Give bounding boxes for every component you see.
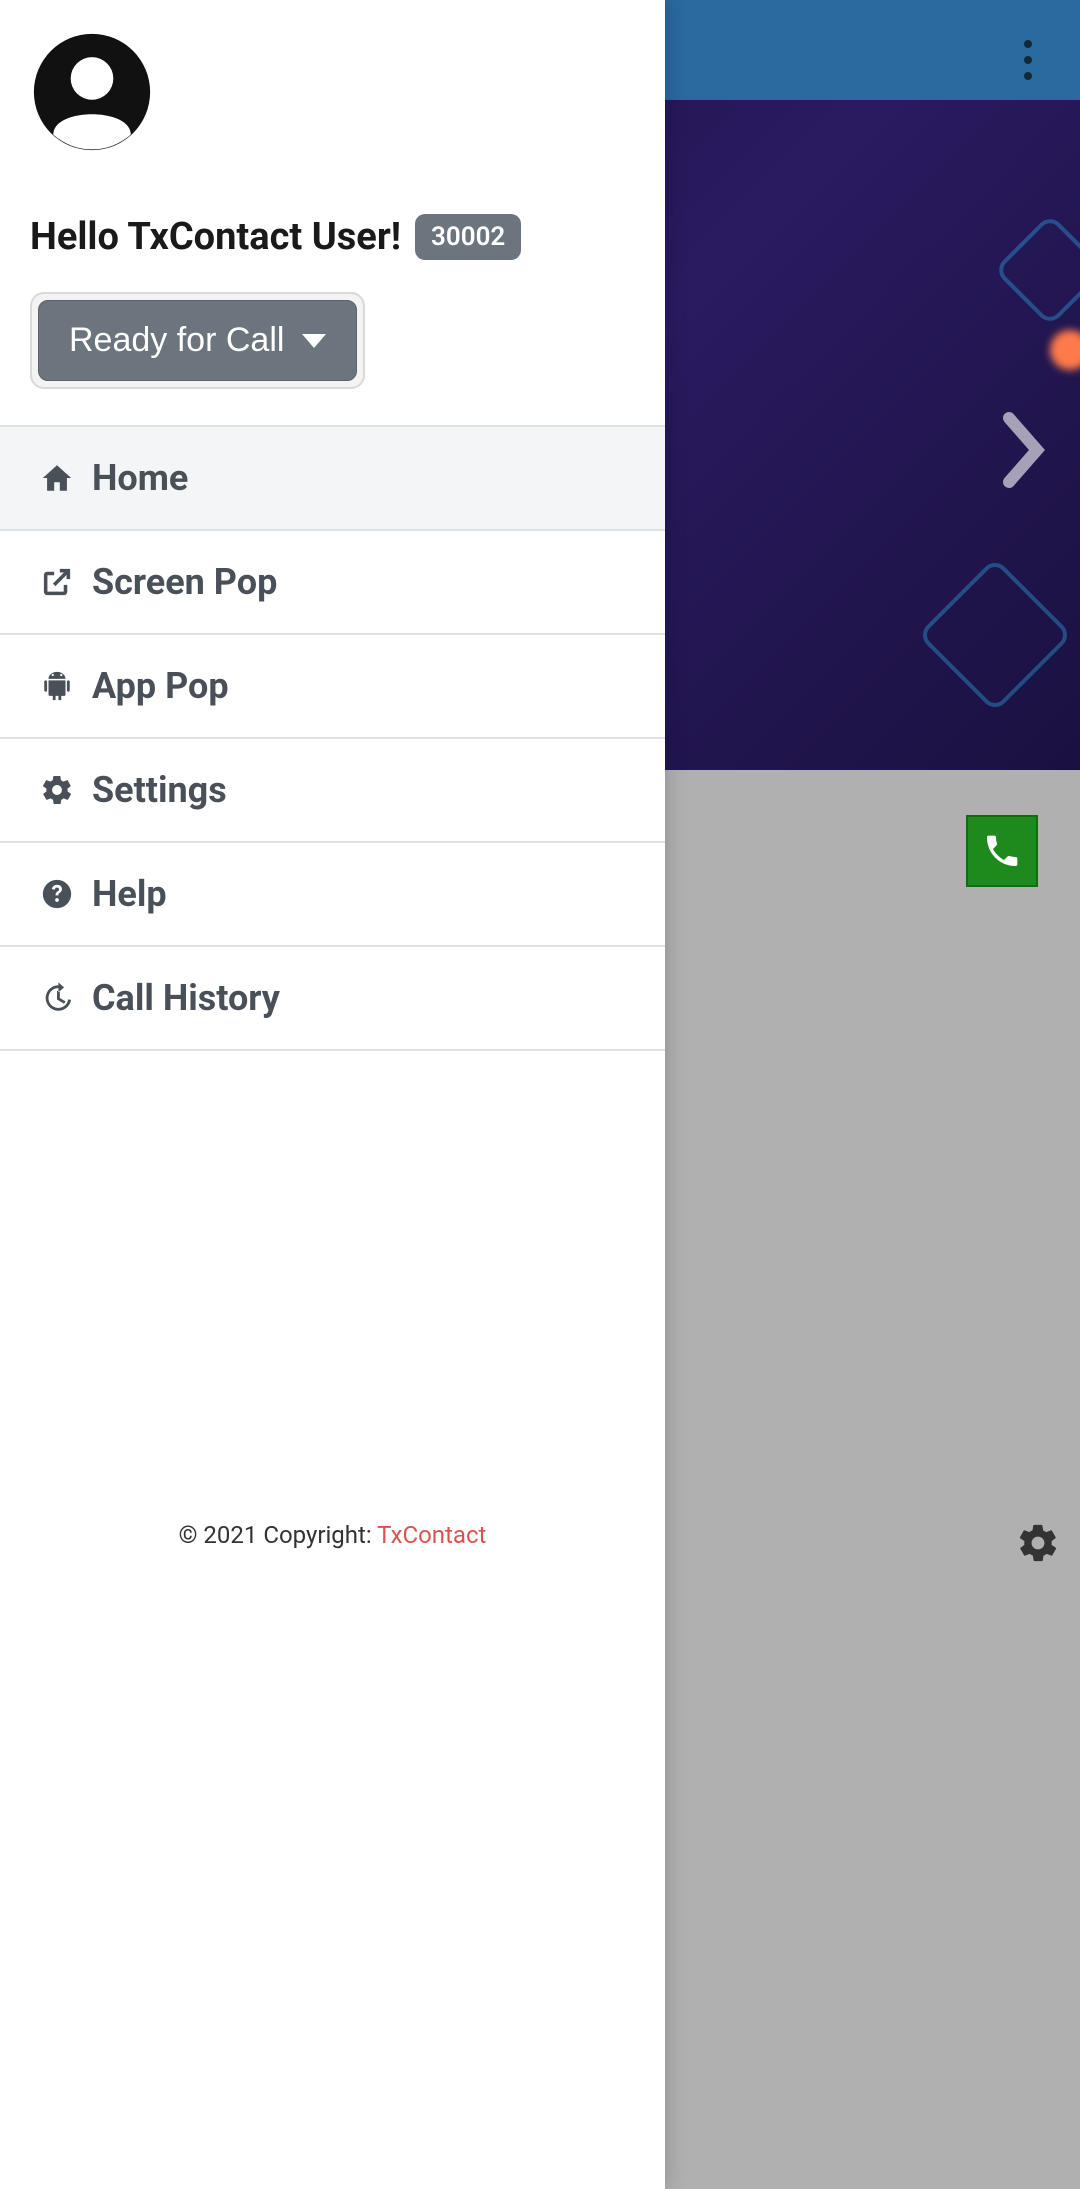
menu-item-label: Help — [92, 873, 167, 915]
menu-item-screen-pop[interactable]: Screen Pop — [0, 531, 665, 635]
menu-item-label: Screen Pop — [92, 561, 277, 603]
avatar[interactable] — [30, 30, 154, 154]
floating-settings-button[interactable] — [1016, 1521, 1060, 1569]
history-icon — [40, 981, 74, 1015]
drawer-header: Hello TxContact User! 30002 Ready for Ca… — [0, 0, 665, 425]
menu-item-label: Settings — [92, 769, 227, 811]
gear-icon — [40, 773, 74, 807]
drawer-footer: © 2021 Copyright: TxContact — [0, 1491, 665, 2189]
navigation-drawer: Hello TxContact User! 30002 Ready for Ca… — [0, 0, 665, 2189]
home-icon — [40, 461, 74, 495]
external-link-icon — [40, 565, 74, 599]
menu-item-help[interactable]: Help — [0, 843, 665, 947]
menu-item-home[interactable]: Home — [0, 427, 665, 531]
chevron-down-icon — [302, 334, 326, 348]
drawer-menu: Home Screen Pop App Pop Settings Help Ca… — [0, 425, 665, 1051]
phone-icon — [982, 831, 1022, 871]
menu-item-settings[interactable]: Settings — [0, 739, 665, 843]
menu-item-app-pop[interactable]: App Pop — [0, 635, 665, 739]
menu-item-label: Home — [92, 457, 188, 499]
android-icon — [40, 669, 74, 703]
call-button[interactable] — [966, 815, 1038, 887]
greeting-text: Hello TxContact User! — [30, 215, 401, 259]
question-circle-icon — [40, 877, 74, 911]
menu-item-label: App Pop — [92, 665, 229, 707]
kebab-menu-icon[interactable] — [1024, 40, 1032, 80]
user-circle-icon — [30, 30, 154, 154]
copyright-text: © 2021 Copyright: — [179, 1521, 378, 1549]
status-dropdown-label: Ready for Call — [69, 321, 284, 360]
carousel-next-icon[interactable] — [1000, 410, 1050, 494]
brand-link[interactable]: TxContact — [377, 1521, 486, 1549]
status-dropdown[interactable]: Ready for Call — [38, 300, 357, 381]
menu-item-call-history[interactable]: Call History — [0, 947, 665, 1051]
user-id-badge: 30002 — [415, 214, 521, 260]
menu-item-label: Call History — [92, 977, 280, 1019]
